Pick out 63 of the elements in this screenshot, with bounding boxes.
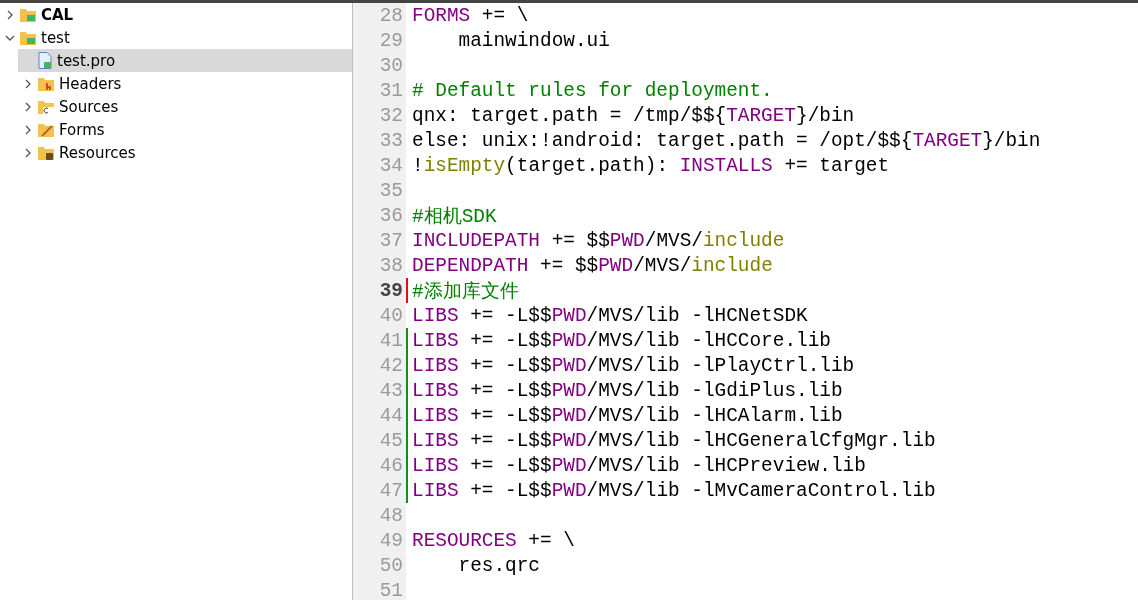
line-number: 29 <box>378 29 403 52</box>
folder-icon <box>38 145 54 160</box>
line-number: 49 <box>378 529 403 552</box>
chevron-icon[interactable] <box>5 9 15 20</box>
line-number: 34 <box>378 154 403 177</box>
line-number: 43 <box>378 379 403 402</box>
chevron-icon[interactable] <box>23 147 33 158</box>
code-line: RESOURCES += \ <box>412 529 575 552</box>
code-line: DEPENDPATH += $$PWD/MVS/include <box>412 254 773 277</box>
line-number: 44 <box>378 404 403 427</box>
code-line: #添加库文件 <box>412 280 519 304</box>
tree-item[interactable]: test <box>0 26 352 49</box>
code-line: LIBS += -L$$PWD/MVS/lib -lHCPreview.lib <box>412 454 866 477</box>
code-line: !isEmpty(target.path): INSTALLS += target <box>412 154 890 177</box>
line-number: 30 <box>378 54 403 77</box>
line-number: 41 <box>378 329 403 352</box>
code-line: LIBS += -L$$PWD/MVS/lib -lGdiPlus.lib <box>412 379 843 402</box>
code-line: LIBS += -L$$PWD/MVS/lib -lHCCore.lib <box>412 329 831 352</box>
tree-item[interactable]: Resources <box>18 141 352 164</box>
code-line: else: unix:!android: target.path = /opt/$${TARGET}/bin <box>412 129 1041 152</box>
tree-item[interactable]: test.pro <box>18 49 352 72</box>
tree-item[interactable]: CAL <box>0 3 352 26</box>
code-line: LIBS += -L$$PWD/MVS/lib -lHCAlarm.lib <box>412 404 843 427</box>
code-line: mainwindow.ui <box>457 29 610 52</box>
tree-item[interactable]: Forms <box>18 118 352 141</box>
folder-icon <box>38 99 54 114</box>
line-number: 45 <box>378 429 403 452</box>
code-line: LIBS += -L$$PWD/MVS/lib -lMvCameraControl.lib <box>412 479 936 502</box>
line-number: 47 <box>378 479 403 502</box>
line-number: 51 <box>378 579 403 600</box>
folder-icon <box>38 122 54 137</box>
line-number: 31 <box>378 79 403 102</box>
project-folder-icon <box>20 7 36 22</box>
tree-item[interactable]: Headers <box>18 72 352 95</box>
line-number: 33 <box>378 129 403 152</box>
line-number: 28 <box>378 4 403 27</box>
code-line: LIBS += -L$$PWD/MVS/lib -lHCNetSDK <box>412 304 808 327</box>
code-line: qnx: target.path = /tmp/$${TARGET}/bin <box>412 104 855 127</box>
line-number: 48 <box>378 504 403 527</box>
line-number: 37 <box>378 229 403 252</box>
line-number: 46 <box>378 454 403 477</box>
line-number: 40 <box>378 304 403 327</box>
chevron-icon[interactable] <box>23 101 33 112</box>
code-line: INCLUDEPATH += $$PWD/MVS/include <box>412 229 785 252</box>
line-number: 38 <box>378 254 403 277</box>
code-line: FORMS += \ <box>412 4 529 27</box>
chevron-icon[interactable] <box>23 78 33 89</box>
chevron-icon[interactable] <box>23 124 33 135</box>
line-number: 36 <box>378 204 403 227</box>
file-icon <box>38 52 52 69</box>
line-number: 42 <box>378 354 403 377</box>
project-folder-icon <box>20 30 36 45</box>
code-line: res.qrc <box>457 554 540 577</box>
line-number: 35 <box>378 179 403 202</box>
code-line: LIBS += -L$$PWD/MVS/lib -lHCGeneralCfgMgr.lib <box>412 429 936 452</box>
folder-icon <box>38 76 54 91</box>
code-line: # Default rules for deployment. <box>412 79 773 102</box>
tree-item[interactable]: Sources <box>18 95 352 118</box>
code-line: #相机SDK <box>412 205 497 229</box>
line-number: 39 <box>378 279 403 302</box>
line-number: 32 <box>378 104 403 127</box>
code-line: LIBS += -L$$PWD/MVS/lib -lPlayCtrl.lib <box>412 354 855 377</box>
line-number: 50 <box>378 554 403 577</box>
